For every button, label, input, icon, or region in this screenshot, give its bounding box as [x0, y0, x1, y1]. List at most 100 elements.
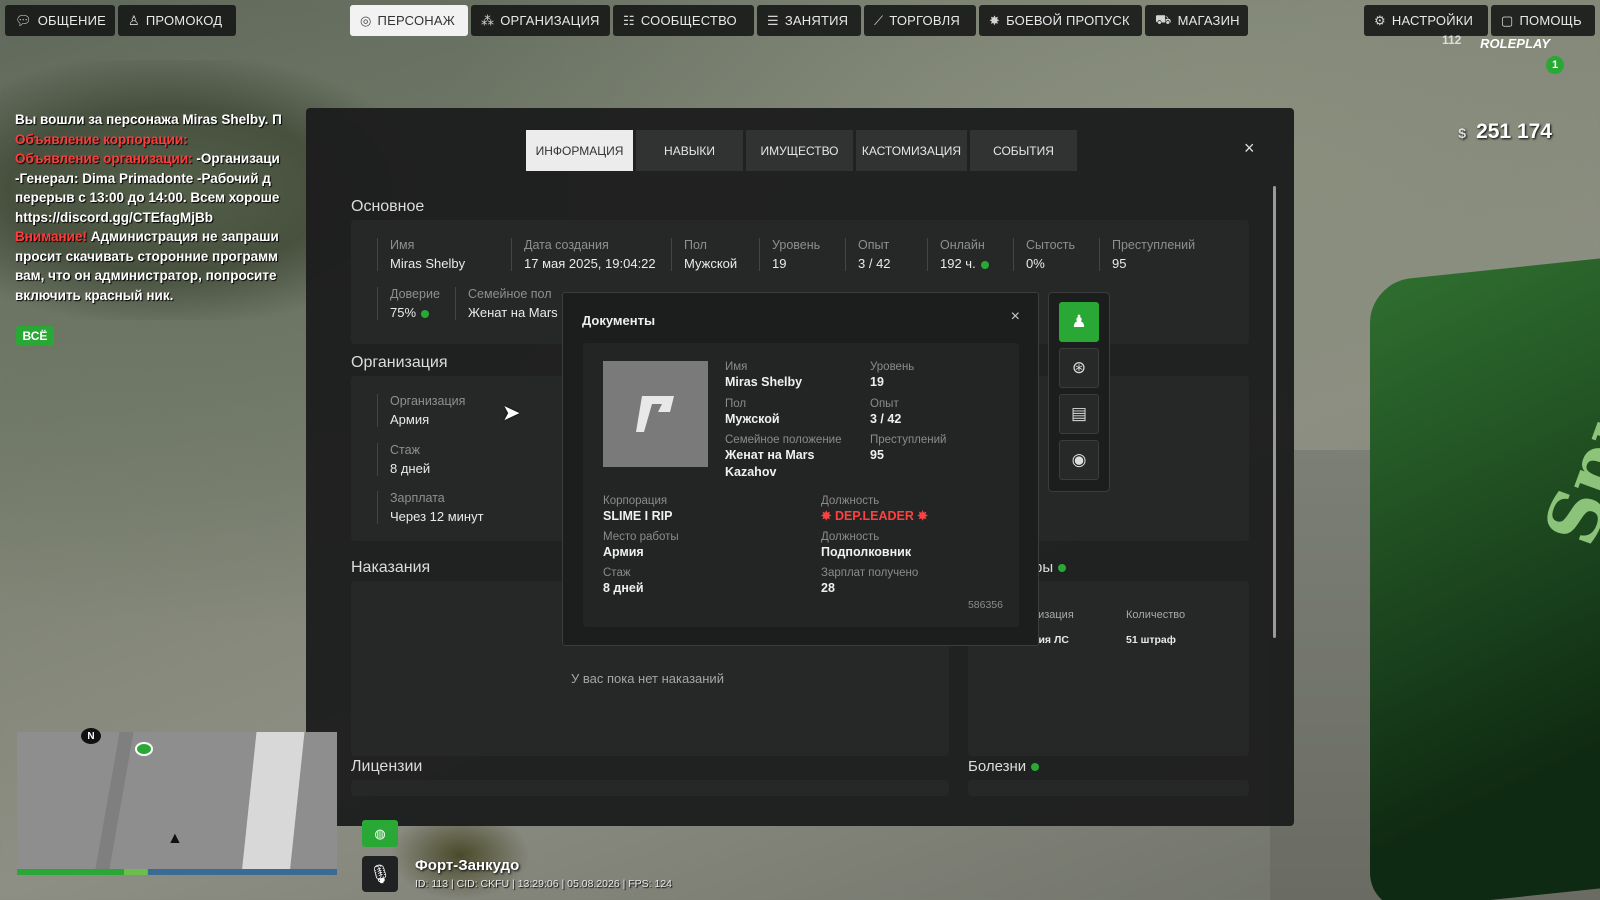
group-icon: ⁂	[481, 12, 495, 28]
nav-community-label: СООБЩЕСТВО	[640, 13, 737, 28]
info-icon[interactable]	[980, 260, 989, 269]
field-level: Уровень 19	[759, 238, 820, 271]
document-type-switcher: ♟ ⊛ ▤ ◉	[1048, 292, 1110, 492]
stamina-bar	[148, 869, 337, 875]
doc-label: Зарплат получено	[821, 567, 919, 579]
chat-tab-all[interactable]: ВСЁ	[16, 326, 54, 346]
nav-help-button[interactable]: ▢ ПОМОЩЬ	[1491, 5, 1595, 36]
person-icon[interactable]: ♟	[1059, 302, 1099, 342]
doc-value: 95	[870, 448, 884, 462]
field-value: 17 мая 2025, 19:04:22	[524, 256, 656, 271]
chart-icon: ⟋	[874, 12, 884, 28]
tab-property[interactable]: ИМУЩЕСТВО	[746, 130, 853, 171]
punishments-empty-note: У вас пока нет наказаний	[571, 671, 724, 686]
field-value: Miras Shelby	[390, 256, 466, 271]
user-icon: ◎	[360, 12, 372, 28]
tab-skills[interactable]: НАВЫКИ	[636, 130, 743, 171]
field-value: Через 12 минут	[390, 509, 484, 524]
nav-shop-label: МАГАЗИН	[1177, 13, 1240, 28]
info-icon[interactable]	[421, 309, 430, 318]
field-name: Имя Miras Shelby	[377, 238, 465, 271]
doc-label: Имя	[725, 361, 748, 373]
doc-field-workplace: Место работы Армия	[603, 531, 679, 560]
doc-value: Kazahov	[725, 465, 777, 479]
nav-chat-label: ОБЩЕНИЕ	[37, 13, 107, 28]
chat-line: Внимание! Администрация не запраши	[15, 227, 305, 247]
info-icon[interactable]	[1058, 564, 1067, 573]
chat-line: Объявление организации: -Организаци	[15, 149, 305, 169]
field-gender: Пол Мужской	[671, 238, 737, 271]
field-value: 19	[772, 256, 787, 271]
nav-promocode-button[interactable]: ♙ ПРОМОКОД	[118, 5, 236, 36]
nav-battlepass-button[interactable]: ✸ БОЕВОЙ ПРОПУСК	[979, 5, 1142, 36]
doc-label: Стаж	[603, 567, 631, 579]
minimap-road	[241, 732, 305, 875]
mouse-cursor: ➤	[502, 400, 521, 425]
doc-value: SLIME I RIP	[603, 509, 673, 523]
nav-shop-button[interactable]: ⛟ МАГАЗИН	[1145, 5, 1248, 36]
chat-line-text: -Организаци	[192, 151, 280, 166]
chat-line-prefix: Внимание!	[15, 229, 87, 244]
chat-line: Вы вошли за персонажа Miras Shelby. П	[15, 112, 282, 127]
field-org-experience: Стаж 8 дней	[377, 443, 430, 476]
doc-label: Корпорация	[603, 495, 668, 507]
tab-customization[interactable]: КАСТОМИЗАЦИЯ	[856, 130, 967, 171]
info-icon[interactable]	[1031, 763, 1040, 772]
help-icon: ▢	[1501, 12, 1514, 28]
field-created: Дата создания 17 мая 2025, 19:04:22	[511, 238, 656, 271]
id-photo	[603, 361, 708, 467]
tab-events[interactable]: СОБЫТИЯ	[970, 130, 1077, 171]
close-icon[interactable]: ×	[1011, 308, 1020, 326]
chat-line: перерыв с 13:00 до 14:00. Всем хороше	[15, 190, 280, 205]
field-value: Мужской	[684, 256, 738, 271]
tab-information[interactable]: ИНФОРМАЦИЯ	[526, 130, 633, 171]
doc-value: Армия	[603, 545, 644, 559]
chat-line: просит скачивать сторонние программ	[15, 248, 279, 264]
nav-chat-button[interactable]: 💬︎ ОБЩЕНИЕ	[5, 5, 115, 36]
section-title-organization: Организация	[351, 354, 448, 371]
fines-col-count: Количество	[1126, 609, 1186, 621]
field-value: 75%	[390, 305, 440, 320]
doc-label: Уровень	[870, 361, 915, 373]
nav-trade-button[interactable]: ⟋ ТОРГОВЛЯ	[864, 5, 976, 36]
field-label: Онлайн	[940, 238, 985, 252]
brand-logo: ROLEPLAY	[1480, 36, 1550, 51]
microphone-icon[interactable]: 🎙︎	[362, 856, 398, 892]
field-value: Женат на Mars	[468, 305, 558, 320]
doc-field-corporation: Корпорация SLIME I RIP	[603, 495, 672, 524]
chat-icon: 💬︎	[15, 12, 32, 28]
nav-community-button[interactable]: ☷ СООБЩЕСТВО	[613, 5, 754, 36]
gun-license-icon[interactable]: ◉	[1059, 440, 1099, 480]
panel-scrollbar[interactable]	[1273, 186, 1276, 638]
field-value: 8 дней	[390, 461, 431, 476]
nav-organization-label: ОРГАНИЗАЦИЯ	[500, 13, 600, 28]
nav-organization-button[interactable]: ⁂ ОРГАНИЗАЦИЯ	[471, 5, 610, 36]
chat-line: вам, что он администратор, попросите	[15, 268, 277, 283]
nav-character-button[interactable]: ◎ ПЕРСОНАЖ	[350, 5, 468, 36]
field-family: Семейное пол Женат на Mars	[455, 287, 558, 320]
field-label: Уровень	[772, 238, 821, 252]
doc-value: 3 / 42	[870, 412, 902, 426]
document-icon[interactable]: ▤	[1059, 394, 1099, 434]
field-label: Преступлений	[1112, 238, 1196, 252]
diseases-card	[968, 780, 1249, 796]
money-value: 251 174	[1476, 120, 1552, 143]
field-label: Пол	[684, 238, 707, 252]
steering-wheel-icon[interactable]: ⊛	[1059, 348, 1099, 388]
currency-symbol: $	[1458, 125, 1467, 141]
field-label: Стаж	[390, 443, 420, 457]
chat-link[interactable]: https://discord.gg/CTEfagMjBb	[15, 208, 305, 228]
field-salary: Зарплата Через 12 минут	[377, 491, 484, 524]
field-value: 0%	[1026, 256, 1045, 271]
chat-line-prefix: Объявление организации:	[15, 151, 193, 166]
nav-promocode-label: ПРОМОКОД	[145, 13, 223, 28]
close-icon[interactable]: ×	[1244, 138, 1255, 159]
section-title-punishments: Наказания	[351, 559, 431, 576]
nav-activities-button[interactable]: ☰ ЗАНЯТИЯ	[757, 5, 861, 36]
chat-line-text: Администрация не запраши	[86, 229, 279, 244]
doc-field-stage: Стаж 8 дней	[603, 567, 644, 596]
doc-label: Опыт	[870, 398, 899, 410]
star-icon: ✸	[989, 12, 1001, 28]
doc-label: Место работы	[603, 531, 679, 543]
nav-settings-button[interactable]: ⚙ НАСТРОЙКИ	[1364, 5, 1488, 36]
